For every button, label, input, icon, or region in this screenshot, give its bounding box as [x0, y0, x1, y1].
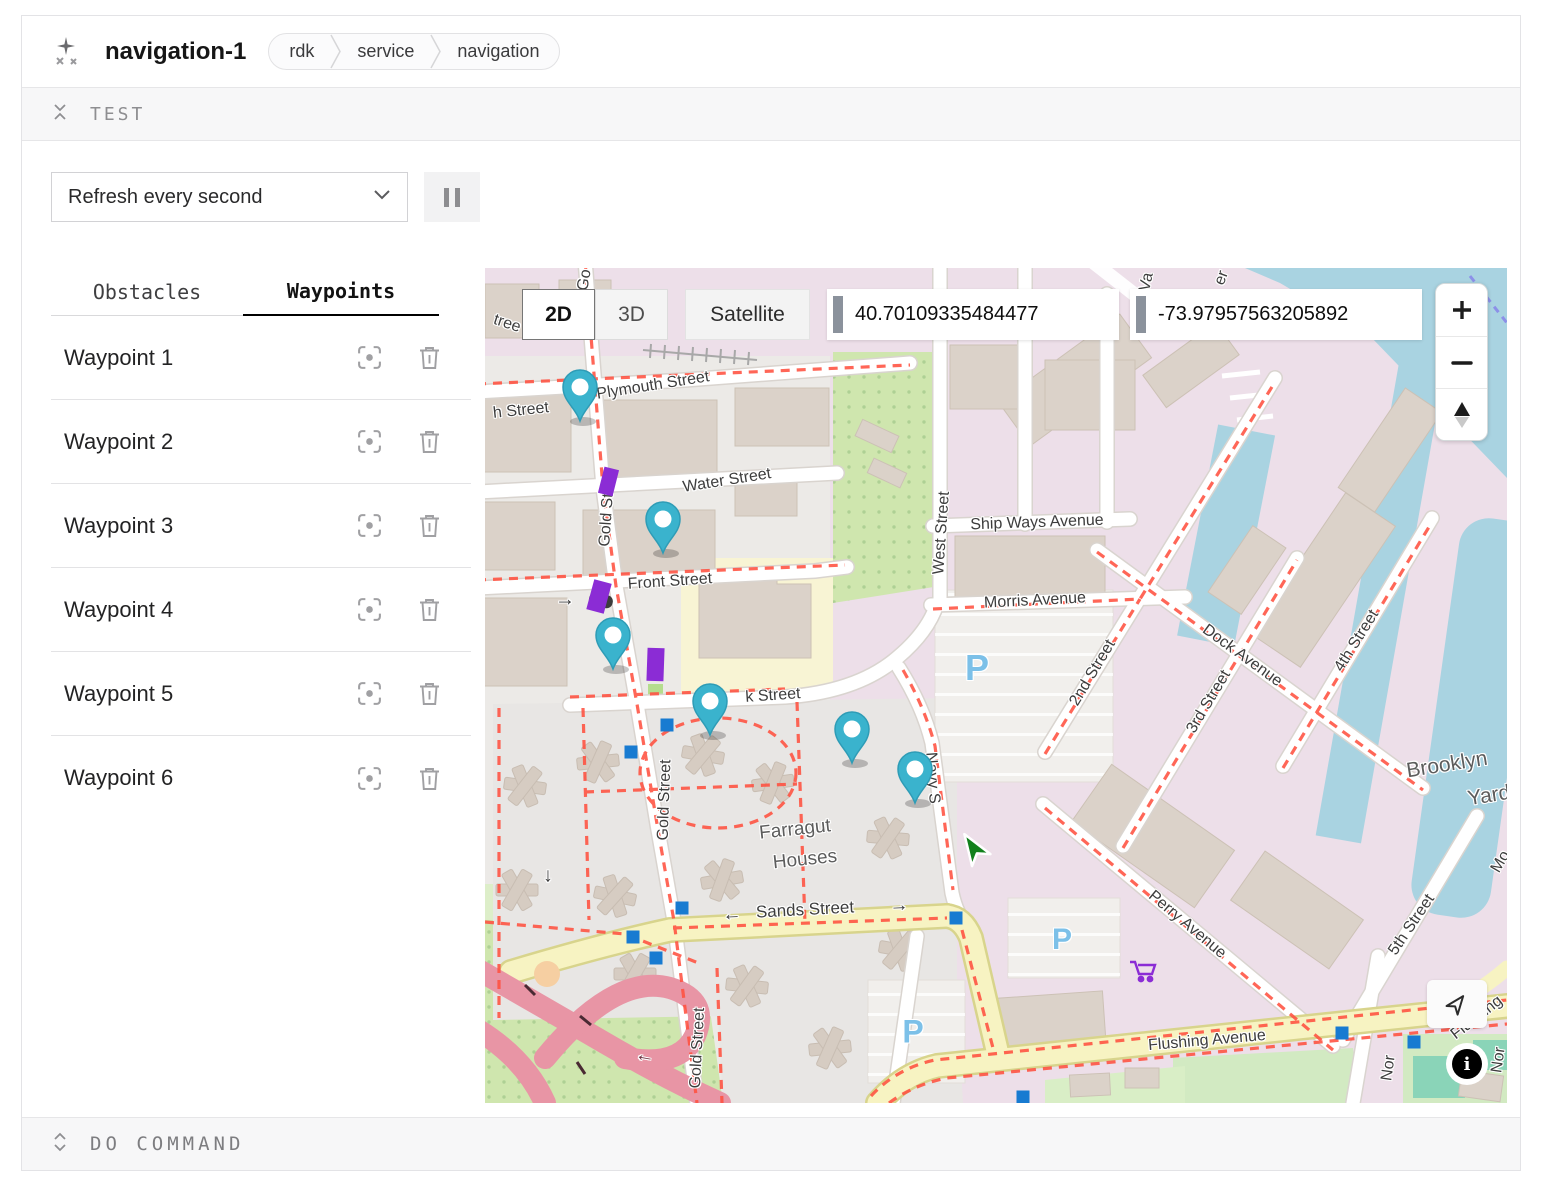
waypoint-label: Waypoint 6: [64, 765, 173, 791]
waypoint-pin[interactable]: [827, 705, 877, 769]
longitude-field: [1130, 289, 1422, 340]
crossing-marker: [650, 952, 663, 965]
delete-waypoint-button[interactable]: [418, 513, 441, 538]
delete-waypoint-button[interactable]: [418, 766, 441, 791]
satellite-button[interactable]: Satellite: [685, 289, 810, 340]
compass-south-icon: [1455, 417, 1469, 428]
info-button[interactable]: i: [1446, 1043, 1488, 1085]
waypoint-row: Waypoint 3: [51, 484, 471, 568]
crossing-marker: [1017, 1091, 1030, 1104]
panel-tabs: ObstaclesWaypoints: [51, 268, 471, 316]
waypoint-pin[interactable]: [555, 363, 605, 427]
navigation-service-card: navigation-1 rdk service navigation TEST R…: [21, 15, 1521, 1171]
focus-waypoint-button[interactable]: [356, 765, 383, 792]
waypoint-row: Waypoint 6: [51, 736, 471, 820]
waypoint-row: Waypoint 1: [51, 316, 471, 400]
breadcrumb-item: service: [341, 41, 430, 62]
delete-waypoint-button[interactable]: [418, 597, 441, 622]
locate-arrow-icon: [1444, 991, 1470, 1017]
tab-obstacles[interactable]: Obstacles: [51, 268, 243, 316]
waypoint-label: Waypoint 4: [64, 597, 173, 623]
page-title: navigation-1: [105, 38, 246, 66]
breadcrumb-separator-icon: [430, 34, 441, 69]
breadcrumb-item: navigation: [441, 41, 555, 62]
crossing-marker: [661, 719, 674, 732]
focus-waypoint-button[interactable]: [356, 680, 383, 707]
waypoint-row: Waypoint 2: [51, 400, 471, 484]
obstacle-marker: [646, 647, 664, 681]
compass-button[interactable]: [1436, 388, 1487, 440]
chevron-down-icon: [373, 188, 391, 206]
refresh-rate-value: Refresh every second: [68, 186, 263, 209]
waypoint-label: Waypoint 1: [64, 345, 173, 371]
map-canvas: [485, 268, 1507, 1103]
breadcrumb-separator-icon: [330, 34, 341, 69]
locate-button[interactable]: [1427, 980, 1487, 1028]
crossing-marker: [627, 931, 640, 944]
waypoints-panel: ObstaclesWaypoints Waypoint 1 Waypoint 2…: [51, 268, 471, 1103]
do-command-section-toggle[interactable]: DO COMMAND: [22, 1117, 1520, 1170]
sparkle-icon: [51, 35, 87, 69]
card-header: navigation-1 rdk service navigation: [22, 16, 1520, 88]
waypoint-pin[interactable]: [588, 611, 638, 675]
do-command-label: DO COMMAND: [90, 1133, 244, 1155]
map-2d-button[interactable]: 2D: [522, 289, 595, 340]
tab-waypoints[interactable]: Waypoints: [243, 268, 439, 316]
focus-waypoint-button[interactable]: [356, 428, 383, 455]
breadcrumb: rdk service navigation: [268, 33, 560, 70]
waypoint-list: Waypoint 1 Waypoint 2 Waypoint 3 Waypoin…: [51, 316, 471, 820]
delete-waypoint-button[interactable]: [418, 429, 441, 454]
waypoint-label: Waypoint 5: [64, 681, 173, 707]
crossing-marker: [1336, 1027, 1349, 1040]
test-section-label: TEST: [90, 104, 145, 125]
crossing-marker: [625, 746, 638, 759]
zoom-in-button[interactable]: [1436, 284, 1487, 336]
longitude-input[interactable]: [1146, 303, 1422, 326]
breadcrumb-item: rdk: [273, 41, 330, 62]
waypoint-row: Waypoint 5: [51, 652, 471, 736]
latitude-field: [827, 289, 1119, 340]
map[interactable]: GotreePlymouth Streeth StreetWater Stree…: [485, 268, 1507, 1103]
longitude-drag-handle[interactable]: [1136, 296, 1146, 333]
expand-icon: [52, 1131, 68, 1158]
crossing-marker: [676, 902, 689, 915]
compass-north-icon: [1454, 402, 1470, 416]
delete-waypoint-button[interactable]: [418, 345, 441, 370]
focus-waypoint-button[interactable]: [356, 512, 383, 539]
waypoint-pin[interactable]: [638, 495, 688, 559]
focus-waypoint-button[interactable]: [356, 344, 383, 371]
waypoint-pin[interactable]: [890, 745, 940, 809]
waypoint-pin[interactable]: [685, 677, 735, 741]
waypoint-label: Waypoint 2: [64, 429, 173, 455]
latitude-drag-handle[interactable]: [833, 296, 843, 333]
info-icon: i: [1452, 1049, 1482, 1079]
waypoint-label: Waypoint 3: [64, 513, 173, 539]
crossing-marker: [1408, 1036, 1421, 1049]
latitude-input[interactable]: [843, 303, 1119, 326]
crossing-marker: [950, 912, 963, 925]
map-3d-button[interactable]: 3D: [595, 289, 668, 340]
zoom-out-button[interactable]: [1436, 336, 1487, 388]
collapse-icon: [52, 101, 68, 128]
map-view-toggle: 2D 3D: [522, 289, 668, 340]
pause-button[interactable]: [424, 172, 480, 222]
refresh-rate-select[interactable]: Refresh every second: [51, 172, 408, 222]
focus-waypoint-button[interactable]: [356, 596, 383, 623]
test-section-toggle[interactable]: TEST: [22, 88, 1520, 141]
waypoint-row: Waypoint 4: [51, 568, 471, 652]
zoom-controls: [1435, 283, 1488, 441]
delete-waypoint-button[interactable]: [418, 681, 441, 706]
